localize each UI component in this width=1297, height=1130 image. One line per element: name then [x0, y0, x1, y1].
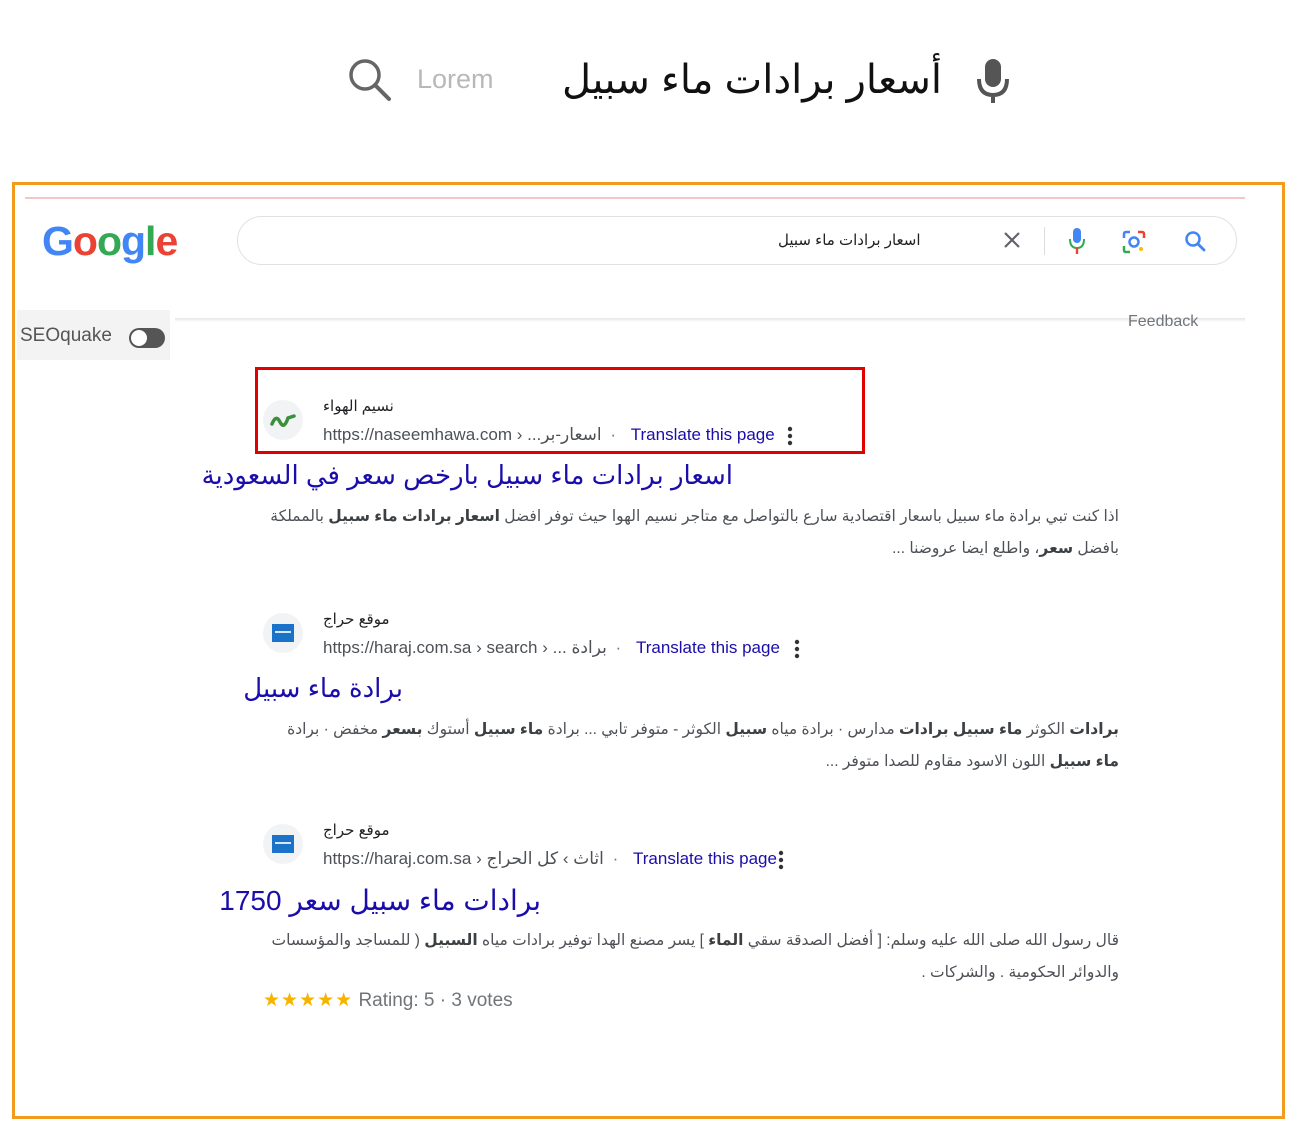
result-title[interactable]: اسعار برادات ماء سبيل بارخص سعر في السعو…	[202, 460, 733, 491]
result-rating: ★★★★★ Rating: 5 · 3 votes	[263, 989, 513, 1012]
google-search-bar[interactable]: اسعار برادات ماء سبيل	[237, 216, 1237, 265]
more-options-icon[interactable]	[776, 849, 786, 871]
logo-letter: o	[96, 218, 122, 264]
logo-letter: g	[121, 218, 146, 264]
snippet-highlight: برادات	[1069, 721, 1119, 738]
search-icon[interactable]	[1183, 229, 1207, 253]
snippet-text: مدارس · برادة مياه	[767, 721, 899, 738]
result-snippet: برادات الكوثر ماء سبيل برادات مدارس · بر…	[263, 714, 1119, 778]
site-favicon	[263, 613, 303, 653]
seoquake-label: SEOquake	[20, 325, 112, 346]
more-options-icon[interactable]	[792, 638, 802, 660]
snippet-highlight: اسعار برادات ماء سبيل	[328, 508, 500, 525]
snippet-highlight: ماء سبيل	[473, 721, 544, 738]
result-domain: https://haraj.com.sa	[323, 638, 472, 657]
logo-letter: o	[72, 218, 98, 264]
result-url[interactable]: https://haraj.com.sa › اثاث › كل الحراج …	[323, 849, 777, 869]
feedback-link[interactable]: Feedback	[1128, 309, 1198, 327]
separator: ·	[615, 638, 622, 657]
close-icon[interactable]	[1001, 229, 1023, 251]
lens-icon[interactable]	[1121, 229, 1147, 255]
snippet-highlight: الماء	[708, 932, 744, 949]
search-result: موقع حراج https://haraj.com.sa › search …	[243, 600, 1143, 780]
result-breadcrumb: › search › ... برادة	[476, 638, 607, 657]
result-site-name: موقع حراج	[323, 611, 390, 628]
snippet-text: قال رسول الله صلى الله عليه وسلم: [ أفضل…	[743, 932, 1119, 949]
snippet-text: ، واطلع ايضا عروضنا ...	[892, 540, 1040, 557]
snippet-text: الكوثر - متوفر تابي ... برادة	[543, 721, 726, 738]
hero-search-query[interactable]: أسعار برادات ماء سبيل	[562, 52, 942, 108]
translate-link[interactable]: Translate this page	[636, 638, 780, 657]
site-favicon	[263, 824, 303, 864]
snippet-highlight: سبيل	[725, 721, 768, 738]
snippet-text: اذا كنت تبي برادة ماء سبيل باسعار اقتصاد…	[499, 508, 1119, 525]
result-site-name: موقع حراج	[323, 822, 390, 839]
seoquake-toggle[interactable]	[129, 328, 165, 348]
result-breadcrumb: › اثاث › كل الحراج	[476, 849, 604, 868]
separator: ·	[439, 990, 447, 1011]
snippet-text: مخفض · برادة	[287, 721, 383, 738]
screenshot-frame: Google اسعار برادات ماء سبيل Feedback SE…	[12, 182, 1285, 1119]
snippet-text: أستوك	[422, 721, 474, 738]
translate-link[interactable]: Translate this page	[633, 849, 777, 868]
header-shadow	[175, 318, 1245, 322]
google-search-input[interactable]: اسعار برادات ماء سبيل	[778, 231, 1000, 249]
result-domain: https://haraj.com.sa	[323, 849, 472, 868]
page: Lorem أسعار برادات ماء سبيل Google اسعار…	[0, 0, 1297, 1130]
result-title[interactable]: برادة ماء سبيل	[243, 673, 403, 704]
highlight-annotation-box	[255, 367, 865, 454]
logo-letter: e	[155, 218, 178, 264]
separator: ·	[612, 849, 619, 868]
divider	[25, 197, 1245, 199]
logo-letter: l	[145, 218, 156, 264]
hero-search-placeholder[interactable]: Lorem	[417, 62, 494, 96]
result-url[interactable]: https://haraj.com.sa › search › ... براد…	[323, 638, 780, 658]
rating-votes: 3 votes	[451, 990, 513, 1011]
snippet-text: الكوثر	[1022, 721, 1070, 738]
seoquake-widget[interactable]: SEOquake	[17, 310, 170, 360]
mic-icon[interactable]	[975, 57, 1011, 105]
search-icon[interactable]	[346, 56, 392, 102]
snippet-text: اللون الاسود مقاوم للصدا متوفر ...	[825, 753, 1050, 770]
divider	[1044, 227, 1045, 255]
snippet-highlight: السبيل	[424, 932, 478, 949]
snippet-highlight: ماء سبيل	[1049, 753, 1119, 770]
snippet-highlight: بسعر	[382, 721, 423, 738]
mic-icon[interactable]	[1067, 227, 1087, 255]
search-result: موقع حراج https://haraj.com.sa › اثاث › …	[219, 811, 1143, 1021]
snippet-highlight: ماء سبيل برادات	[898, 721, 1023, 738]
snippet-highlight: سعر	[1039, 540, 1074, 557]
logo-letter: G	[42, 218, 74, 264]
snippet-text: ] يسر مصنع الهدا توفير برادات مياه	[477, 932, 709, 949]
rating-stars-icon: ★★★★★	[263, 990, 354, 1011]
google-logo[interactable]: Google	[42, 217, 178, 265]
result-snippet: قال رسول الله صلى الله عليه وسلم: [ أفضل…	[263, 925, 1120, 989]
rating-text: Rating: 5	[358, 990, 435, 1011]
result-title[interactable]: برادات ماء سبيل سعر 1750	[219, 884, 541, 917]
result-snippet: اذا كنت تبي برادة ماء سبيل باسعار اقتصاد…	[263, 501, 1119, 565]
